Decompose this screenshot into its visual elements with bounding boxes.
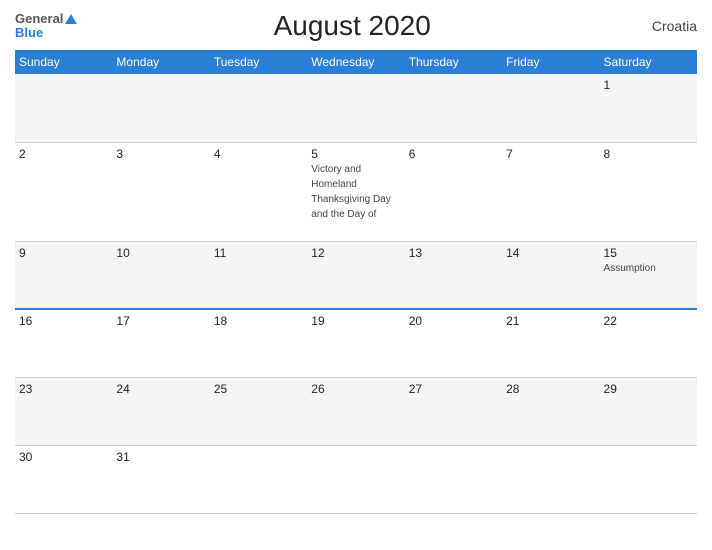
day-cell: 10 [112,241,209,309]
day-cell-holiday: 5 Victory and Homeland Thanksgiving Day … [307,142,404,241]
day-cell-holiday: 15 Assumption [600,241,697,309]
col-wednesday: Wednesday [307,50,404,74]
table-row: 9 10 11 12 13 14 15 Assumption [15,241,697,309]
table-row: 2 3 4 5 Victory and Homeland Thanksgivin… [15,142,697,241]
calendar-header-row: Sunday Monday Tuesday Wednesday Thursday… [15,50,697,74]
day-cell: 16 [15,309,112,377]
col-monday: Monday [112,50,209,74]
day-cell: 13 [405,241,502,309]
day-cell: 22 [600,309,697,377]
day-cell: 31 [112,445,209,513]
day-cell: 11 [210,241,307,309]
day-cell [307,445,404,513]
day-cell: 24 [112,377,209,445]
day-cell: 3 [112,142,209,241]
logo: General Blue [15,12,77,41]
day-cell [600,445,697,513]
day-cell [15,74,112,142]
logo-blue-text: Blue [15,26,43,40]
day-cell [307,74,404,142]
day-cell [405,74,502,142]
country-label: Croatia [627,18,697,34]
day-cell [502,74,599,142]
day-cell: 30 [15,445,112,513]
day-cell [210,445,307,513]
day-cell: 6 [405,142,502,241]
calendar-table: Sunday Monday Tuesday Wednesday Thursday… [15,50,697,514]
calendar-header: General Blue August 2020 Croatia [15,10,697,42]
day-cell: 2 [15,142,112,241]
day-cell: 14 [502,241,599,309]
day-cell: 17 [112,309,209,377]
day-cell [112,74,209,142]
day-cell: 27 [405,377,502,445]
day-cell: 28 [502,377,599,445]
col-saturday: Saturday [600,50,697,74]
table-row: 1 [15,74,697,142]
day-cell: 21 [502,309,599,377]
day-cell: 12 [307,241,404,309]
day-cell: 9 [15,241,112,309]
day-cell: 1 [600,74,697,142]
day-cell: 29 [600,377,697,445]
day-cell: 25 [210,377,307,445]
logo-general-text: General [15,12,63,26]
table-row: 16 17 18 19 20 21 22 [15,309,697,377]
day-cell: 18 [210,309,307,377]
day-cell: 23 [15,377,112,445]
table-row: 23 24 25 26 27 28 29 [15,377,697,445]
day-cell: 8 [600,142,697,241]
day-cell: 7 [502,142,599,241]
col-friday: Friday [502,50,599,74]
calendar-page: General Blue August 2020 Croatia Sunday … [0,0,712,550]
day-cell: 26 [307,377,404,445]
table-row: 30 31 [15,445,697,513]
calendar-body: 1 2 3 4 5 Victory and Homeland Thanksgiv… [15,74,697,513]
col-sunday: Sunday [15,50,112,74]
day-cell: 19 [307,309,404,377]
day-cell [502,445,599,513]
col-thursday: Thursday [405,50,502,74]
col-tuesday: Tuesday [210,50,307,74]
logo-triangle-icon [65,14,77,24]
day-cell [405,445,502,513]
day-cell: 4 [210,142,307,241]
day-cell [210,74,307,142]
calendar-title: August 2020 [77,10,627,42]
day-cell: 20 [405,309,502,377]
